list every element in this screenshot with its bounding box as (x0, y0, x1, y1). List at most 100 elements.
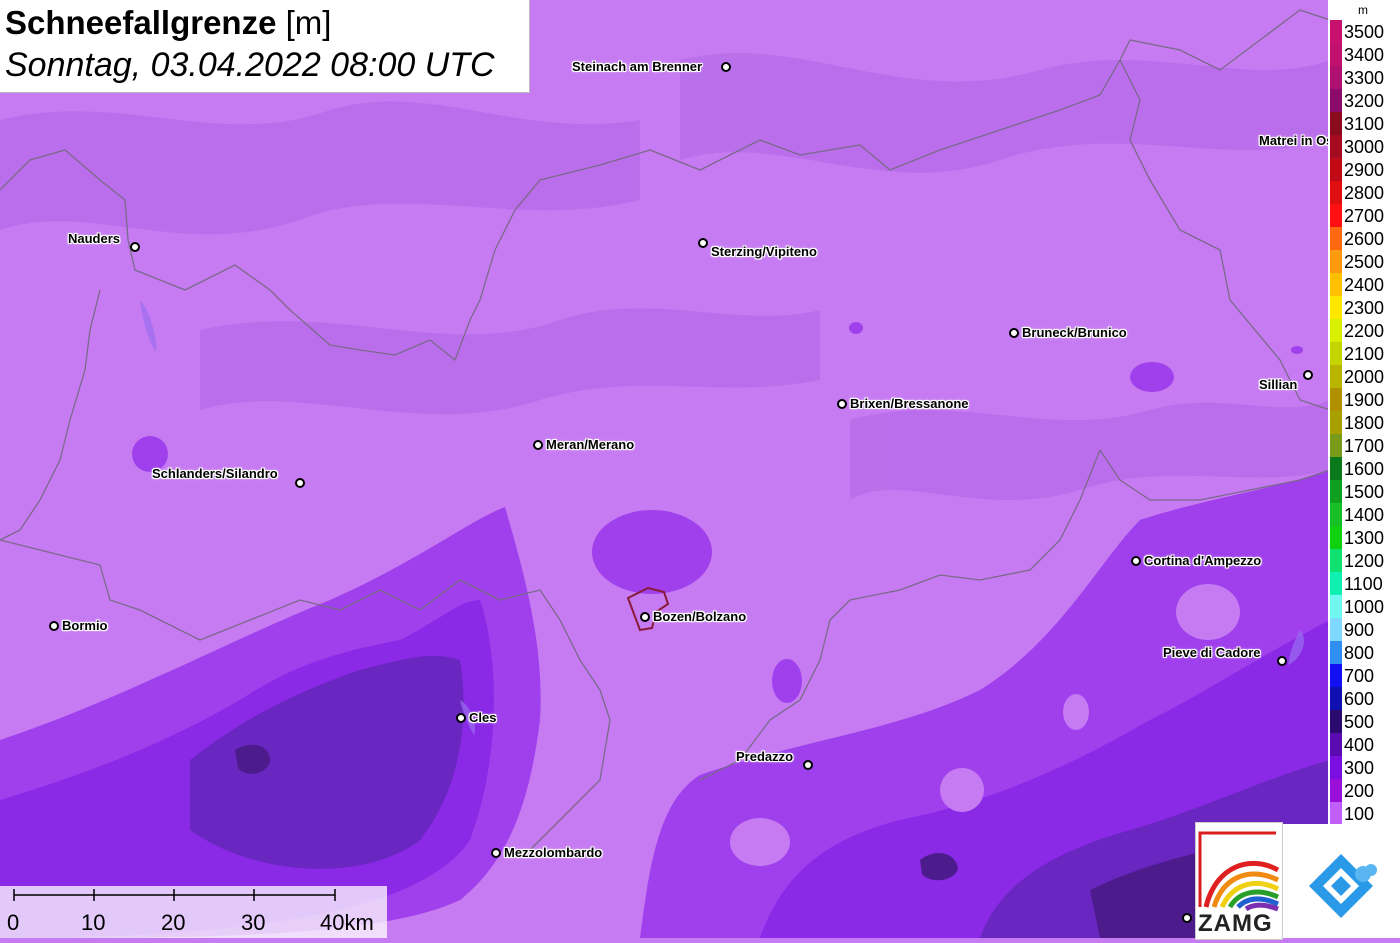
city-dot[interactable] (1303, 370, 1313, 380)
map-title: Schneefallgrenze [m] (5, 4, 331, 42)
legend-swatch (1330, 273, 1342, 296)
legend-swatch (1330, 204, 1342, 227)
legend-label: 1900 (1344, 390, 1385, 410)
legend-swatch (1330, 411, 1342, 434)
legend-swatch (1330, 618, 1342, 641)
legend-swatch (1330, 20, 1342, 43)
variable-name: Schneefallgrenze (5, 4, 277, 41)
legend-label: 3500 (1344, 22, 1385, 42)
legend-label: 2800 (1344, 183, 1385, 203)
scale-tick: 30 (241, 910, 266, 935)
scale-tick: 10 (81, 910, 106, 935)
city-dot[interactable] (721, 62, 731, 72)
cloud-drop-icon (1309, 854, 1377, 918)
legend-label: 300 (1344, 758, 1375, 778)
legend-swatch (1330, 66, 1342, 89)
legend-swatch (1330, 503, 1342, 526)
city-dot[interactable] (1182, 913, 1192, 923)
legend-label: 2000 (1344, 367, 1385, 387)
legend-swatch (1330, 135, 1342, 158)
city-label: Predazzo (736, 749, 794, 764)
scale-tick: 0 (7, 910, 20, 935)
city-label: Bormio (62, 618, 108, 633)
legend-swatch (1330, 480, 1342, 503)
city-dot[interactable] (803, 760, 813, 770)
city-dot[interactable] (837, 399, 847, 409)
legend-swatch (1330, 43, 1342, 66)
city-label: Steinach am Brenner (572, 59, 703, 74)
city-label: Bruneck/Brunico (1022, 325, 1127, 340)
legend-swatch (1330, 526, 1342, 549)
city-dot[interactable] (1131, 556, 1141, 566)
legend-swatch (1330, 664, 1342, 687)
city-label: Sillian (1259, 377, 1298, 392)
city-dot[interactable] (491, 848, 501, 858)
legend-label: 900 (1344, 620, 1375, 640)
legend-label: 1700 (1344, 436, 1385, 456)
legend-swatch (1330, 388, 1342, 411)
legend-label: 700 (1344, 666, 1375, 686)
legend-swatch (1330, 733, 1342, 756)
legend-label: 2400 (1344, 275, 1385, 295)
partner-logo[interactable] (1283, 824, 1400, 938)
legend-label: 3000 (1344, 137, 1385, 157)
legend-swatch (1330, 365, 1342, 388)
city-dot[interactable] (698, 238, 708, 248)
legend-swatch (1330, 319, 1342, 342)
legend-swatch (1330, 710, 1342, 733)
legend-label: 400 (1344, 735, 1375, 755)
legend-swatch (1330, 756, 1342, 779)
legend-swatch (1330, 250, 1342, 273)
city-dot[interactable] (130, 242, 140, 252)
zamg-logo-text: ZAMG (1198, 910, 1273, 937)
legend-swatch (1330, 89, 1342, 112)
legend-label: 500 (1344, 712, 1375, 732)
legend-label: 2300 (1344, 298, 1385, 318)
city-dot[interactable] (49, 621, 59, 631)
legend-label: 200 (1344, 781, 1375, 801)
legend-swatch (1330, 595, 1342, 618)
legend-label: 1100 (1344, 574, 1383, 594)
legend-label: 2200 (1344, 321, 1385, 341)
city-dot[interactable] (456, 713, 466, 723)
legend-label: 1800 (1344, 413, 1385, 433)
city-dot[interactable] (640, 612, 650, 622)
legend-label: 1000 (1344, 597, 1385, 617)
legend-swatch (1330, 227, 1342, 250)
scale-tick: 20 (161, 910, 186, 935)
city-dot[interactable] (295, 478, 305, 488)
legend-swatch (1330, 641, 1342, 664)
legend-label: 2900 (1344, 160, 1385, 180)
legend-label: 1200 (1344, 551, 1385, 571)
legend-swatch (1330, 296, 1342, 319)
city-label: Meran/Merano (546, 437, 635, 452)
legend-label: 3200 (1344, 91, 1385, 111)
city-label: Nauders (68, 231, 121, 246)
legend-label: 600 (1344, 689, 1375, 709)
forecast-datetime: Sonntag, 03.04.2022 08:00 UTC (5, 46, 495, 84)
legend-swatch (1330, 549, 1342, 572)
city-label: Cortina d'Ampezzo (1144, 553, 1262, 568)
legend-label: 1300 (1344, 528, 1385, 548)
city-dot[interactable] (533, 440, 543, 450)
legend-label: 2500 (1344, 252, 1385, 272)
legend-swatch (1330, 112, 1342, 135)
legend-swatch (1330, 802, 1342, 825)
legend-swatch (1330, 342, 1342, 365)
city-label: Mezzolombardo (504, 845, 603, 860)
legend-swatch (1330, 572, 1342, 595)
legend-label: 2700 (1344, 206, 1385, 226)
legend-label: 800 (1344, 643, 1375, 663)
legend-swatch (1330, 779, 1342, 802)
legend-label: 3300 (1344, 68, 1385, 88)
legend-label: 1600 (1344, 459, 1385, 479)
city-label: Cles (469, 710, 497, 725)
legend-swatch (1330, 434, 1342, 457)
city-dot[interactable] (1277, 656, 1287, 666)
legend-label: 100 (1344, 804, 1375, 824)
city-label: Bozen/Bolzano (653, 609, 747, 624)
legend-swatch (1330, 181, 1342, 204)
city-dot[interactable] (1009, 328, 1019, 338)
map-title-panel: Schneefallgrenze [m] Sonntag, 03.04.2022… (0, 0, 530, 93)
legend-label: 1400 (1344, 505, 1385, 525)
